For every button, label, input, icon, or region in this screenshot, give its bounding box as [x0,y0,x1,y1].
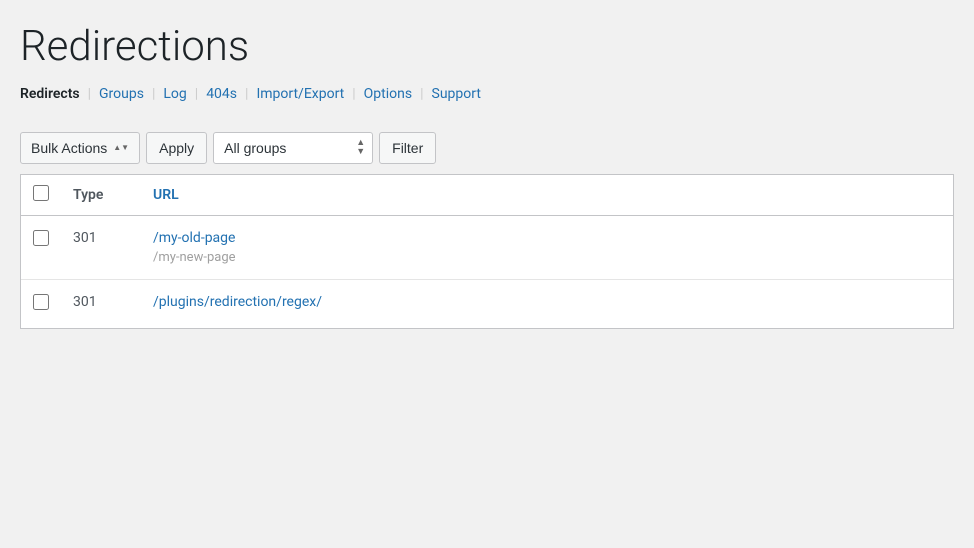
apply-button[interactable]: Apply [146,132,207,164]
table-row: 301/my-old-page/my-new-page [21,216,953,280]
nav-item-import-export[interactable]: Import/Export [256,86,344,102]
navigation: Redirects | Groups | Log | 404s | Import… [20,86,954,102]
nav-separator-1: | [88,86,91,102]
row-url: /my-old-page/my-new-page [141,216,953,280]
page-title: Redirections [20,24,954,70]
nav-item-support[interactable]: Support [432,86,481,102]
nav-item-options[interactable]: Options [364,86,412,102]
select-all-checkbox[interactable] [33,185,49,201]
nav-item-log[interactable]: Log [163,86,186,102]
row-url: /plugins/redirection/regex/ [141,280,953,329]
nav-separator-5: | [352,86,355,102]
nav-separator-6: | [420,86,423,102]
header-type: Type [61,175,141,216]
header-url: URL [141,175,953,216]
nav-separator-3: | [195,86,198,102]
header-checkbox-col [21,175,61,216]
groups-select[interactable]: All groupsDefault Group [213,132,373,164]
redirections-table: Type URL 301/my-old-page/my-new-page301/… [21,175,953,328]
redirections-table-container: Type URL 301/my-old-page/my-new-page301/… [20,174,954,329]
row-checkbox[interactable] [33,230,49,246]
table-header-row: Type URL [21,175,953,216]
toolbar: Bulk Actions ▲▼ Apply All groupsDefault … [20,122,954,174]
row-checkbox-cell [21,216,61,280]
row-checkbox[interactable] [33,294,49,310]
row-checkbox-cell [21,280,61,329]
nav-item-404s[interactable]: 404s [206,86,237,102]
nav-separator-4: | [245,86,248,102]
bulk-actions-button[interactable]: Bulk Actions ▲▼ [20,132,140,164]
row-url-primary[interactable]: /plugins/redirection/regex/ [153,294,941,310]
nav-item-redirects[interactable]: Redirects [20,86,80,102]
nav-separator-2: | [152,86,155,102]
row-type: 301 [61,280,141,329]
row-url-secondary: /my-new-page [153,250,941,265]
nav-item-groups[interactable]: Groups [99,86,144,102]
row-url-primary[interactable]: /my-old-page [153,230,941,246]
filter-button[interactable]: Filter [379,132,436,164]
groups-select-wrapper: All groupsDefault Group ▲▼ [213,132,373,164]
row-type: 301 [61,216,141,280]
bulk-actions-arrows-icon: ▲▼ [113,144,129,152]
table-row: 301/plugins/redirection/regex/ [21,280,953,329]
bulk-actions-label: Bulk Actions [31,140,107,156]
